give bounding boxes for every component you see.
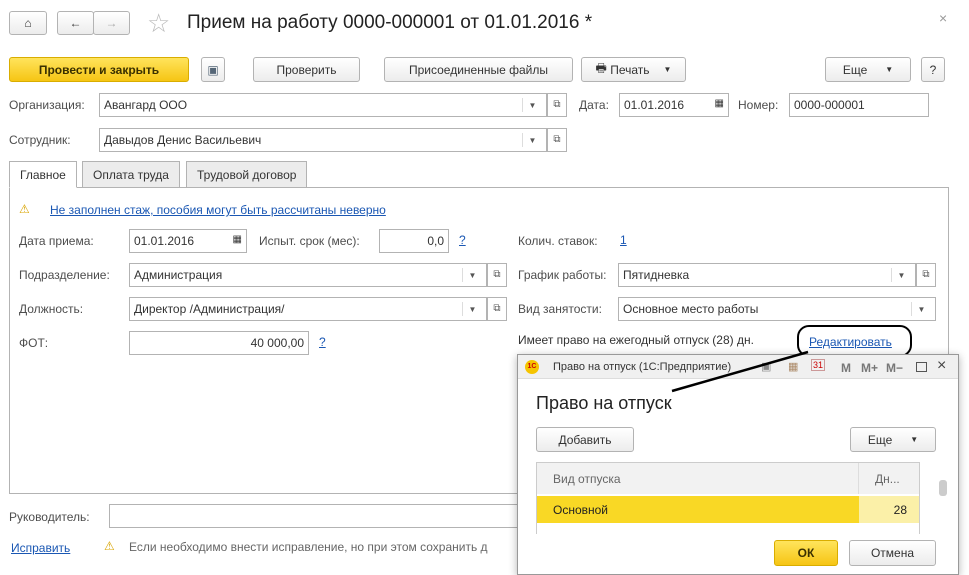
position-field[interactable]: Директор /Администрация/▼: [129, 297, 487, 321]
chevron-down-icon[interactable]: ▼: [522, 98, 542, 112]
fix-link[interactable]: Исправить: [11, 541, 70, 555]
cell-kind: Основной: [537, 496, 859, 523]
annotation-circle: [797, 325, 912, 357]
scrollbar[interactable]: [939, 480, 947, 496]
schedule-field[interactable]: Пятидневка ▼: [618, 263, 916, 287]
tab-main[interactable]: Главное: [9, 161, 77, 188]
probation-label: Испыт. срок (мес):: [259, 234, 360, 248]
ok-button[interactable]: ОК: [774, 540, 838, 566]
chevron-down-icon[interactable]: ▼: [891, 268, 911, 282]
vacation-text: Имеет право на ежегодный отпуск (28) дн.: [518, 333, 754, 347]
chevron-down-icon[interactable]: ▼: [462, 302, 482, 316]
cell-days: 28: [859, 496, 919, 523]
warning-icon: ⚠: [104, 539, 115, 553]
position-label: Должность:: [19, 302, 84, 316]
help-link[interactable]: ?: [319, 335, 326, 349]
post-and-close-button[interactable]: Провести и закрыть: [9, 57, 189, 82]
calendar-icon[interactable]: ▦: [715, 98, 724, 112]
add-button[interactable]: Добавить: [536, 427, 634, 452]
chevron-down-icon: ▼: [910, 435, 919, 444]
manager-label: Руководитель:: [9, 510, 90, 524]
calendar-icon[interactable]: 31: [811, 359, 826, 371]
memory-button[interactable]: M: [841, 361, 851, 375]
home-button[interactable]: ⌂: [9, 11, 47, 35]
printer-icon: 🖶: [595, 61, 611, 75]
probation-field[interactable]: 0,0: [379, 229, 449, 253]
warning-link[interactable]: Не заполнен стаж, пособия могут быть рас…: [50, 203, 386, 217]
date-field[interactable]: 01.01.2016 ▦: [619, 93, 729, 117]
employee-field[interactable]: Давыдов Денис Васильевич ▼: [99, 128, 547, 152]
chevron-down-icon[interactable]: ▼: [462, 268, 482, 282]
hire-date-field[interactable]: 01.01.2016 ▦: [129, 229, 247, 253]
help-button[interactable]: ?: [921, 57, 945, 82]
dialog-more-button[interactable]: Еще ▼: [850, 427, 936, 452]
open-icon[interactable]: ⧉: [547, 128, 567, 152]
open-icon[interactable]: ⧉: [547, 93, 567, 117]
chevron-down-icon: ▼: [663, 65, 672, 74]
tab-contract[interactable]: Трудовой договор: [186, 161, 308, 188]
dept-field[interactable]: Администрация ▼: [129, 263, 487, 287]
open-icon[interactable]: ⧉: [487, 297, 507, 321]
memory-plus-button[interactable]: M+: [861, 361, 878, 375]
schedule-label: График работы:: [518, 268, 607, 282]
maximize-icon[interactable]: [916, 362, 927, 372]
column-header-kind[interactable]: Вид отпуска: [537, 463, 859, 494]
table-row[interactable]: Основной 28: [537, 496, 919, 523]
employment-field[interactable]: Основное место работы ▼: [618, 297, 936, 321]
print-button[interactable]: 🖶 Печать ▼: [581, 57, 686, 82]
vacation-table: Вид отпуска Дн... Основной 28: [536, 462, 920, 534]
open-icon[interactable]: ⧉: [487, 263, 507, 287]
fot-field[interactable]: 40 000,00: [129, 331, 309, 355]
fix-note: Если необходимо внести исправление, но п…: [129, 540, 488, 554]
bookmark-icon[interactable]: ▣: [761, 360, 771, 373]
memory-minus-button[interactable]: M−: [886, 361, 903, 375]
dialog-window-title: Право на отпуск (1С:Предприятие): [553, 361, 732, 373]
check-button[interactable]: Проверить: [253, 57, 360, 82]
help-link[interactable]: ?: [459, 233, 466, 247]
attached-files-button[interactable]: Присоединенные файлы: [384, 57, 573, 82]
cancel-button[interactable]: Отмена: [849, 540, 936, 566]
number-field[interactable]: 0000-000001: [789, 93, 929, 117]
vacation-dialog: 1С Право на отпуск (1С:Предприятие) ▣ ▦ …: [517, 354, 959, 575]
rates-label: Колич. ставок:: [518, 234, 598, 248]
org-field[interactable]: Авангард ООО ▼: [99, 93, 547, 117]
manager-field[interactable]: [109, 504, 529, 528]
dept-label: Подразделение:: [19, 268, 110, 282]
org-label: Организация:: [9, 98, 85, 112]
chevron-down-icon: ▼: [885, 65, 894, 74]
warning-icon: ⚠: [19, 202, 30, 216]
page-title: Прием на работу 0000-000001 от 01.01.201…: [187, 12, 593, 33]
close-icon[interactable]: ×: [939, 10, 947, 26]
chevron-down-icon[interactable]: ▼: [911, 302, 931, 316]
date-label: Дата:: [579, 98, 609, 112]
dialog-title: Право на отпуск: [536, 393, 672, 413]
1c-logo-icon: 1С: [525, 360, 539, 374]
calendar-icon[interactable]: ▦: [233, 234, 242, 248]
close-icon[interactable]: ×: [937, 357, 946, 375]
back-button[interactable]: ←: [57, 11, 94, 35]
fot-label: ФОТ:: [19, 336, 49, 350]
column-header-days[interactable]: Дн...: [859, 463, 919, 494]
save-icon[interactable]: ▣: [201, 57, 225, 82]
tab-payment[interactable]: Оплата труда: [82, 161, 180, 188]
employment-label: Вид занятости:: [518, 302, 602, 316]
employee-label: Сотрудник:: [9, 133, 71, 147]
star-icon[interactable]: ☆: [147, 8, 170, 39]
rates-link[interactable]: 1: [620, 233, 627, 247]
number-label: Номер:: [738, 98, 779, 112]
more-button[interactable]: Еще ▼: [825, 57, 911, 82]
chevron-down-icon[interactable]: ▼: [522, 133, 542, 147]
calculator-icon[interactable]: ▦: [788, 360, 798, 373]
hire-date-label: Дата приема:: [19, 234, 94, 248]
open-icon[interactable]: ⧉: [916, 263, 936, 287]
forward-button[interactable]: →: [93, 11, 130, 35]
